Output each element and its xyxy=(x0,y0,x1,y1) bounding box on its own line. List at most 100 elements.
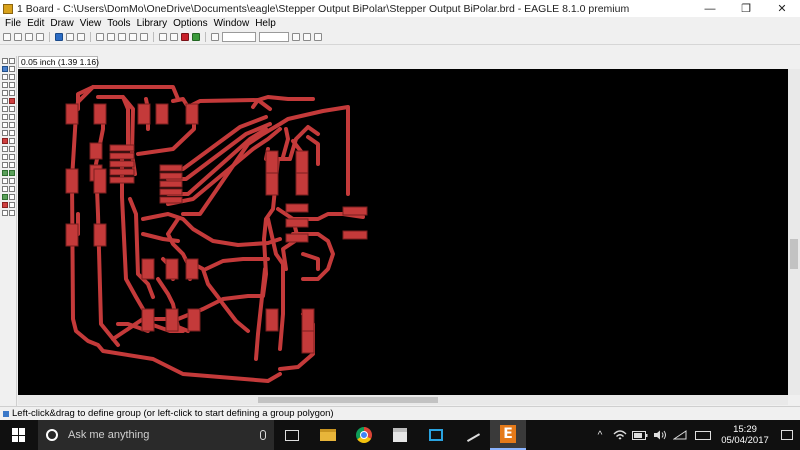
tool-via[interactable] xyxy=(1,170,15,177)
chrome-icon xyxy=(356,427,372,443)
action-center-button[interactable] xyxy=(774,420,800,450)
tool-smash[interactable] xyxy=(1,122,15,129)
copper-trace xyxy=(306,135,320,166)
mfg-button[interactable] xyxy=(292,33,300,41)
split-icon xyxy=(1,130,8,136)
tool-move[interactable] xyxy=(1,74,15,81)
store-button[interactable] xyxy=(382,420,418,450)
save-button[interactable] xyxy=(14,33,22,41)
tool-drc[interactable] xyxy=(1,202,15,209)
wifi-button[interactable] xyxy=(610,420,630,450)
clock[interactable]: 15:29 05/04/2017 xyxy=(716,424,774,446)
tool-name[interactable] xyxy=(1,114,15,121)
volume-button[interactable] xyxy=(650,420,670,450)
menu-file[interactable]: File xyxy=(2,17,24,30)
errors-icon xyxy=(8,202,15,208)
board-button[interactable] xyxy=(55,33,63,41)
smd-pad xyxy=(89,142,103,160)
tool-app-button[interactable] xyxy=(454,420,490,450)
tool-rect[interactable] xyxy=(1,162,15,169)
redraw-button[interactable] xyxy=(129,33,137,41)
smd-pad xyxy=(301,330,315,354)
horizontal-scroll-thumb[interactable] xyxy=(258,397,438,403)
layer-field[interactable] xyxy=(259,32,289,42)
close-button[interactable]: ✕ xyxy=(764,0,800,17)
zoom-fit-button[interactable] xyxy=(96,33,104,41)
tool-meander[interactable] xyxy=(1,210,15,217)
go-button[interactable] xyxy=(192,33,200,41)
run-button[interactable] xyxy=(77,33,85,41)
start-button[interactable] xyxy=(0,420,38,450)
horizontal-scrollbar[interactable] xyxy=(18,395,788,405)
script-button[interactable] xyxy=(66,33,74,41)
battery-button[interactable] xyxy=(630,420,650,450)
stop-button[interactable] xyxy=(181,33,189,41)
tool-info[interactable] xyxy=(1,58,15,65)
tray-overflow-button[interactable]: ^ xyxy=(590,420,610,450)
remote-desktop-icon xyxy=(429,429,443,441)
tool-paste[interactable] xyxy=(1,98,15,105)
display-icon xyxy=(1,66,8,72)
microphone-icon[interactable] xyxy=(260,430,266,440)
menu-view[interactable]: View xyxy=(77,17,105,30)
vertical-scroll-thumb[interactable] xyxy=(790,239,798,269)
toolbar-separator xyxy=(153,32,154,42)
task-view-button[interactable] xyxy=(274,420,310,450)
signal-icon xyxy=(8,170,15,176)
windows-logo-icon xyxy=(12,428,26,442)
menu-options[interactable]: Options xyxy=(170,17,210,30)
menu-help[interactable]: Help xyxy=(252,17,279,30)
menu-tools[interactable]: Tools xyxy=(104,17,133,30)
arc-icon xyxy=(8,154,15,160)
menu-edit[interactable]: Edit xyxy=(24,17,47,30)
fusion-sync-button[interactable] xyxy=(211,33,219,41)
vertical-scrollbar[interactable] xyxy=(788,69,800,395)
cam-button[interactable] xyxy=(36,33,44,41)
zoom-select-button[interactable] xyxy=(140,33,148,41)
tool-mirror[interactable] xyxy=(1,82,15,89)
tool-wire[interactable] xyxy=(1,146,15,153)
undo-button[interactable] xyxy=(159,33,167,41)
battery-icon xyxy=(632,430,648,440)
file-explorer-button[interactable] xyxy=(310,420,346,450)
redo-button[interactable] xyxy=(170,33,178,41)
board-canvas[interactable] xyxy=(18,69,788,395)
smd-pad xyxy=(93,168,107,194)
maximize-button[interactable]: ❐ xyxy=(728,0,764,17)
tool-circle[interactable] xyxy=(1,154,15,161)
wifi-strength-button[interactable] xyxy=(670,420,690,450)
menu-window[interactable]: Window xyxy=(211,17,253,30)
copper-trace xyxy=(128,197,155,299)
lock-icon xyxy=(8,210,15,216)
keyboard-button[interactable] xyxy=(690,420,716,450)
copper-trace xyxy=(281,127,290,159)
eagle-taskbar-button[interactable]: E xyxy=(490,420,526,450)
tool-group[interactable] xyxy=(1,90,15,97)
zoom-in-button[interactable] xyxy=(107,33,115,41)
chrome-button[interactable] xyxy=(346,420,382,450)
minimize-button[interactable]: — xyxy=(692,0,728,17)
tool-autorouter[interactable] xyxy=(1,194,15,201)
tool-route[interactable] xyxy=(1,138,15,145)
cortana-search-icon xyxy=(46,429,58,441)
coordinate-readout: 0.05 inch (1.39 1.16) xyxy=(18,56,99,68)
open-button[interactable] xyxy=(3,33,11,41)
menu-library[interactable]: Library xyxy=(134,17,171,30)
taskbar-search[interactable]: Ask me anything xyxy=(38,420,274,450)
print-button[interactable] xyxy=(25,33,33,41)
autorouter-icon xyxy=(1,194,8,200)
remote-desktop-button[interactable] xyxy=(418,420,454,450)
tool-display[interactable] xyxy=(1,66,15,73)
tool-hole[interactable] xyxy=(1,178,15,185)
windows-taskbar: Ask me anything E ^ 15:29 05/04/2017 xyxy=(0,420,800,450)
design-link-button[interactable] xyxy=(314,33,322,41)
zoom-out-button[interactable] xyxy=(118,33,126,41)
pcb-order-button[interactable] xyxy=(303,33,311,41)
menu-draw[interactable]: Draw xyxy=(47,17,76,30)
tool-dimension[interactable] xyxy=(1,186,15,193)
clock-time: 15:29 xyxy=(733,424,757,435)
command-field[interactable] xyxy=(222,32,256,42)
tool-split[interactable] xyxy=(1,130,15,137)
tool-add[interactable] xyxy=(1,106,15,113)
rotate-icon xyxy=(8,82,15,88)
